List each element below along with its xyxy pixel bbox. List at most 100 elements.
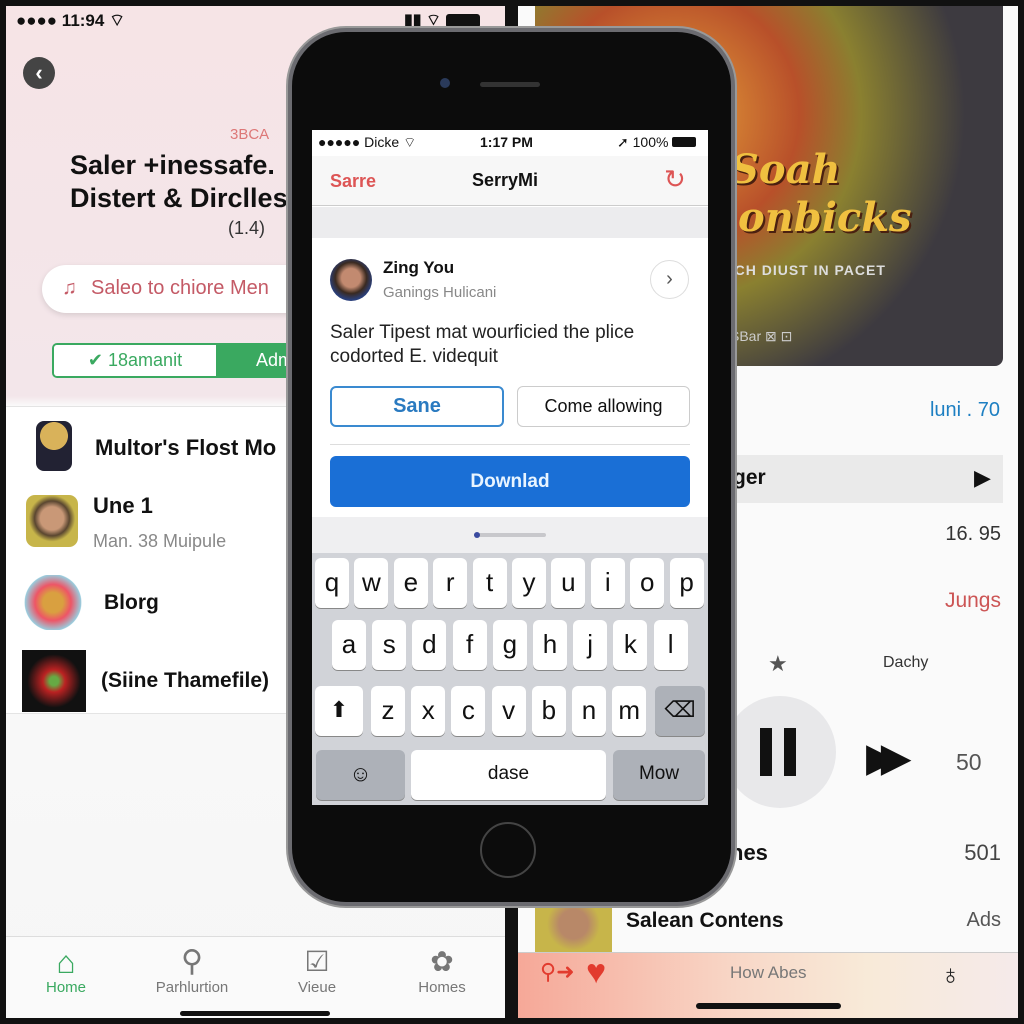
tab-bar: ⚲➜ ♥ How Abes ♁ (518, 952, 1018, 1018)
key-t[interactable]: t (472, 558, 507, 608)
count-label: 50 (956, 749, 982, 775)
home-button[interactable] (480, 822, 536, 878)
home-indicator (180, 1011, 330, 1016)
key-a[interactable]: a (332, 620, 366, 670)
wifi-icon: ⌔ (109, 11, 126, 30)
tab-home[interactable]: ⌂ Home (16, 945, 116, 996)
heart-icon[interactable]: ♥ (586, 953, 606, 992)
camera (440, 78, 450, 88)
subtitle: 3BCA (230, 126, 270, 143)
key-k[interactable]: k (613, 620, 648, 670)
come-allowing-button[interactable]: Come allowing (517, 386, 690, 427)
fast-forward-icon[interactable]: ▶▶ (866, 734, 911, 782)
home-indicator (696, 1003, 841, 1009)
chevron-right-button[interactable]: › (650, 260, 689, 299)
key-y[interactable]: y (512, 558, 546, 608)
play-icon[interactable]: ▶ (974, 465, 991, 491)
nav-bar: Sarre SerryMi ↻ (312, 156, 708, 206)
signal-battery-icon: ▮▮ ⌔ (404, 10, 480, 30)
download-button[interactable]: Downlad (330, 456, 690, 507)
backspace-key[interactable]: ⌫ (655, 686, 705, 736)
key-n[interactable]: n (572, 686, 606, 736)
tab-bar: ⌂ Home ⚲ Parhlurtion ☑ Vieue ✿ Homes (6, 936, 505, 1018)
card-body: Saler Tipest mat wourficied the plice co… (330, 322, 635, 367)
key-j[interactable]: j (573, 620, 608, 670)
pause-icon (760, 728, 772, 776)
key-d[interactable]: d (412, 620, 447, 670)
album-tagline: ATCH DIUST IN PACET (715, 262, 886, 278)
status-bar: ●●●● 11:94 ⌔ (16, 11, 126, 30)
key-e[interactable]: e (393, 558, 428, 608)
list-item-title: (Siine Thamefile) (101, 669, 270, 692)
refresh-icon[interactable]: ↻ (664, 164, 686, 195)
key-f[interactable]: f (452, 620, 487, 670)
page-indicator[interactable] (474, 533, 546, 537)
person-thumbnail (26, 495, 78, 547)
status-time: 11:94 (61, 11, 105, 30)
pin-arrow-icon[interactable]: ⚲➜ (540, 959, 575, 985)
phone-status-time: 1:17 PM (480, 134, 533, 150)
row-value: Ads (966, 909, 1001, 931)
card-handle: Ganings Hulicani (383, 284, 497, 301)
key-v[interactable]: v (491, 686, 526, 736)
space-key[interactable]: dase (411, 750, 606, 800)
art-thumbnail (24, 575, 82, 630)
key-o[interactable]: o (630, 558, 665, 608)
sane-button[interactable]: Sane (330, 386, 504, 427)
tab-search[interactable]: ⚲ Parhlurtion (142, 945, 242, 996)
rating-label: Dachy (883, 654, 929, 671)
row-label: nes (730, 840, 768, 865)
row-value: 501 (964, 840, 1001, 865)
home-icon: ⌂ (56, 944, 76, 980)
key-c[interactable]: c (451, 686, 486, 736)
key-x[interactable]: x (411, 686, 446, 736)
list-item-title: Multor's Flost Mo (95, 435, 277, 460)
profile-icon[interactable]: ♁ (940, 959, 961, 991)
tab-homes[interactable]: ✿ Homes (392, 945, 492, 996)
page-indicator-bar (312, 517, 708, 553)
key-b[interactable]: b (531, 686, 566, 736)
key-q[interactable]: q (315, 558, 349, 608)
list-item-title: Blorg (104, 591, 159, 614)
list-item-subtitle: Man. 38 Muipule (93, 531, 227, 551)
segment-left[interactable]: ✔ 18amanit (54, 345, 216, 376)
flower-icon: ✿ (430, 946, 454, 977)
key-w[interactable]: w (354, 558, 389, 608)
tab-center[interactable]: How Abes (730, 963, 807, 983)
key-h[interactable]: h (533, 620, 567, 670)
return-key[interactable]: Mow (613, 750, 705, 800)
emoji-key[interactable]: ☺ (316, 750, 405, 800)
album-caption: SBar ⊠ ⊡ (730, 328, 793, 344)
key-i[interactable]: i (590, 558, 625, 608)
separator-band (312, 207, 708, 238)
price-label: 16. 95 (945, 523, 1001, 545)
key-m[interactable]: m (612, 686, 647, 736)
jungs-link[interactable]: Jungs (945, 589, 1001, 613)
avatar[interactable] (330, 259, 372, 301)
row-label: ger (733, 466, 766, 489)
tab-view[interactable]: ☑ Vieue (267, 945, 367, 996)
star-icon[interactable]: ★ (768, 651, 788, 677)
key-p[interactable]: p (669, 558, 704, 608)
row-label[interactable]: Salean Contens (626, 909, 784, 933)
date-label: luni . 70 (929, 399, 1000, 421)
nav-title: SerryMi (472, 170, 539, 190)
nav-left-button[interactable]: Sarre (330, 171, 376, 192)
album-title: Soah Shonbicks (680, 146, 912, 241)
back-button[interactable]: ‹ (23, 57, 55, 89)
pause-button[interactable] (724, 696, 836, 808)
key-l[interactable]: l (653, 620, 688, 670)
phone-screen: ●●●●● Dicke ⌔ 1:17 PM ➚ 100% Sarre Serry… (312, 130, 708, 805)
key-g[interactable]: g (492, 620, 527, 670)
phone-status-carrier: ●●●●● Dicke ⌔ (318, 134, 417, 150)
shift-key[interactable]: ⬆ (315, 686, 363, 736)
keyboard: q w e r t y u i o p a s d f g h j k l ⬆ z x c v b n m ⌫ ☺ dase Mow (312, 553, 708, 805)
search-icon: ⚲ (181, 945, 203, 978)
key-u[interactable]: u (551, 558, 586, 608)
phone-status-battery: ➚ 100% (617, 134, 697, 151)
inbox-icon: ☑ (304, 946, 330, 977)
key-s[interactable]: s (372, 620, 407, 670)
key-r[interactable]: r (433, 558, 468, 608)
album-thumbnail (22, 650, 86, 712)
key-z[interactable]: z (371, 686, 405, 736)
